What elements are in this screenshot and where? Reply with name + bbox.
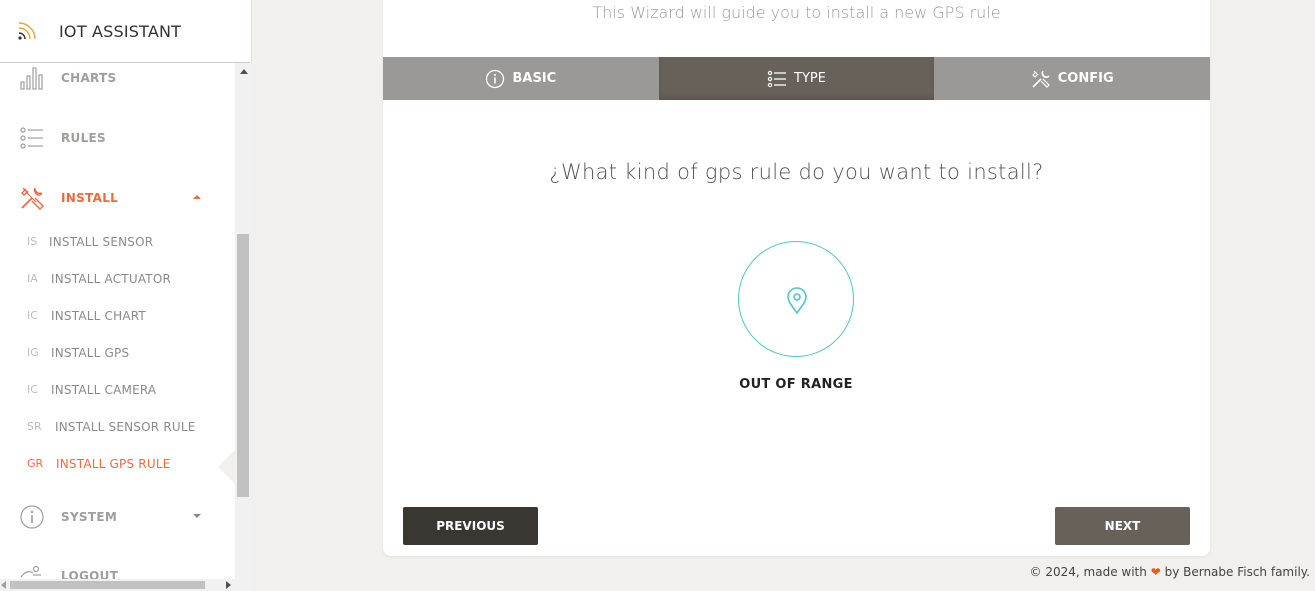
sidebar-item-label: CHARTS: [61, 71, 117, 85]
tab-label: TYPE: [794, 71, 826, 86]
sidebar-item-label: SYSTEM: [61, 510, 118, 524]
app-title: IOT ASSISTANT: [59, 22, 182, 41]
sidebar-vertical-scrollbar[interactable]: [235, 63, 252, 579]
subitem-abbr: GR: [27, 457, 44, 470]
tools-icon: [1031, 70, 1050, 88]
scroll-right-arrow-icon[interactable]: [226, 581, 231, 589]
map-pin-icon: [787, 287, 807, 315]
sidebar-item-install[interactable]: INSTALL: [0, 183, 235, 223]
active-indicator: [218, 449, 236, 485]
subitem-label: INSTALL GPS: [51, 346, 130, 360]
scrollbar-thumb[interactable]: [10, 581, 205, 589]
sidebar-item-logout[interactable]: LOGOUT: [0, 561, 235, 579]
subitem-label: INSTALL ACTUATOR: [51, 272, 172, 286]
sidebar-item-label: RULES: [61, 131, 106, 145]
sidebar-item-rules[interactable]: RULES: [0, 123, 235, 163]
subitem-abbr: IC: [27, 383, 38, 396]
subitem-label: INSTALL CHART: [51, 309, 146, 323]
sidebar-subitem-install-camera[interactable]: IC INSTALL CAMERA: [0, 379, 235, 403]
tools-icon: [21, 187, 44, 210]
scroll-left-arrow-icon[interactable]: [1, 581, 6, 589]
subitem-label: INSTALL CAMERA: [51, 383, 157, 397]
tab-type[interactable]: TYPE: [658, 57, 935, 100]
next-button[interactable]: NEXT: [1055, 507, 1190, 545]
tab-label: CONFIG: [1057, 71, 1114, 86]
subitem-label: INSTALL SENSOR: [49, 235, 154, 249]
chevron-down-icon: [193, 514, 201, 518]
sidebar-item-label: LOGOUT: [61, 569, 119, 579]
info-icon: [486, 69, 505, 88]
logout-icon: [20, 565, 41, 578]
signal-logo-icon: [18, 22, 36, 40]
scrollbar-thumb[interactable]: [237, 234, 249, 497]
wizard-tabs: BASIC TYPE CONFIG: [383, 57, 1211, 100]
option-label: OUT OF RANGE: [739, 377, 853, 392]
sidebar-subitem-install-actuator[interactable]: IA INSTALL ACTUATOR: [0, 268, 235, 292]
sidebar-subitem-install-gps[interactable]: IG INSTALL GPS: [0, 342, 235, 366]
list-icon: [767, 70, 787, 87]
tab-label: BASIC: [512, 71, 557, 86]
list-icon: [20, 127, 43, 149]
sidebar-subitem-install-chart[interactable]: IC INSTALL CHART: [0, 305, 235, 329]
info-icon: [20, 505, 44, 529]
option-out-of-range[interactable]: [738, 241, 854, 357]
sidebar-subitem-install-sensor[interactable]: IS INSTALL SENSOR: [0, 231, 235, 255]
sidebar: IOT ASSISTANT CHARTS RULES INSTALL IS IN…: [0, 0, 252, 591]
subitem-abbr: IA: [27, 272, 38, 285]
footer: © 2024, made with ❤ by Bernabe Fisch fam…: [1030, 565, 1310, 579]
sidebar-horizontal-scrollbar[interactable]: [0, 579, 252, 591]
wizard-card: This Wizard will guide you to install a …: [383, 0, 1211, 556]
scroll-up-arrow-icon[interactable]: [240, 69, 248, 74]
footer-prefix: © 2024, made with: [1029, 565, 1147, 579]
bar-chart-icon: [20, 67, 43, 90]
sidebar-nav: CHARTS RULES INSTALL IS INSTALL SENSOR I…: [0, 63, 235, 579]
subitem-abbr: IG: [27, 346, 39, 359]
previous-button[interactable]: PREVIOUS: [403, 507, 538, 545]
brand-header[interactable]: IOT ASSISTANT: [0, 0, 250, 63]
sidebar-item-system[interactable]: SYSTEM: [0, 502, 235, 542]
sidebar-item-charts[interactable]: CHARTS: [0, 63, 235, 103]
subitem-label: INSTALL SENSOR RULE: [55, 420, 196, 434]
wizard-question: ¿What kind of gps rule do you want to in…: [549, 160, 1044, 184]
sidebar-item-label: INSTALL: [61, 191, 119, 205]
tab-basic[interactable]: BASIC: [383, 57, 659, 100]
chevron-up-icon: [193, 195, 201, 199]
sidebar-subitem-install-gps-rule[interactable]: GR INSTALL GPS RULE: [0, 453, 235, 477]
subitem-abbr: SR: [27, 420, 42, 433]
subitem-abbr: IC: [27, 309, 38, 322]
subitem-label: INSTALL GPS RULE: [56, 457, 171, 471]
heart-icon: ❤: [1150, 565, 1161, 579]
tab-config[interactable]: CONFIG: [934, 57, 1211, 100]
subitem-abbr: IS: [27, 235, 38, 248]
wizard-subtitle: This Wizard will guide you to install a …: [592, 3, 1001, 22]
sidebar-subitem-install-sensor-rule[interactable]: SR INSTALL SENSOR RULE: [0, 416, 235, 440]
footer-suffix: by Bernabe Fisch family.: [1164, 565, 1310, 579]
